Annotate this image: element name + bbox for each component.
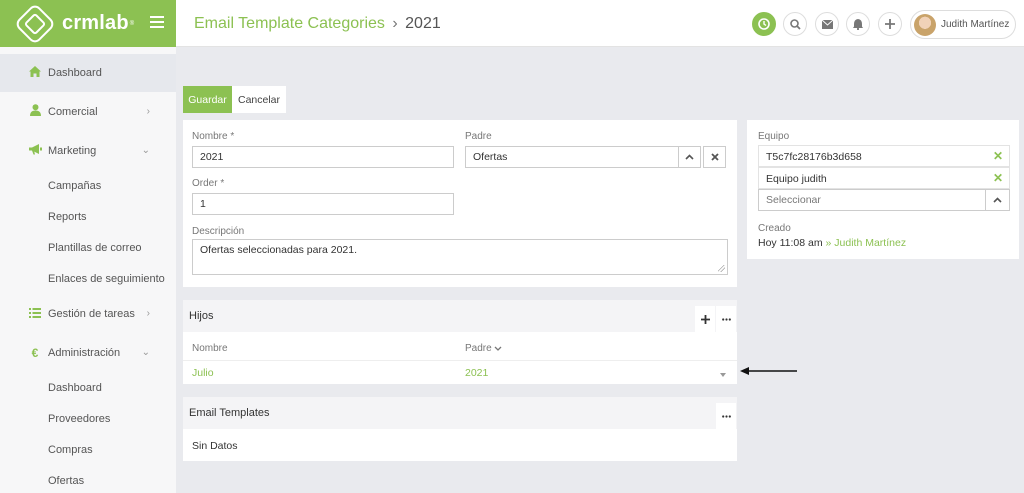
column-header-nombre[interactable]: Nombre [192,343,228,354]
chevron-up-icon[interactable] [678,146,701,168]
record-form-panel: Nombre * 2021 Padre Ofertas Order * 1 De… [183,120,737,287]
team-name: Equipo judith [766,173,827,185]
order-input[interactable]: 1 [192,193,454,215]
child-name-link[interactable]: Julio [192,367,214,379]
column-header-padre-label: Padre [465,343,492,354]
padre-input[interactable]: Ofertas [465,146,679,168]
descripcion-label: Descripción [192,226,245,237]
user-name: Judith Martínez [941,19,1010,30]
row-actions-caret-icon[interactable] [720,368,726,380]
hijos-header: Hijos [183,300,737,332]
sidebar-item-gestion-de-tareas[interactable]: Gestión de tareas › [0,294,176,333]
avatar [914,13,936,36]
email-templates-title: Email Templates [189,407,270,419]
sidebar-item-ofertas[interactable]: Ofertas [0,465,176,493]
creado-time: Hoy 11:08 am [758,237,823,249]
clear-icon[interactable] [703,146,726,168]
chevron-up-icon[interactable] [985,189,1010,211]
sort-chevron-down-icon [494,343,502,354]
table-row: Julio 2021 [183,361,737,384]
chevron-right-icon: › [146,308,150,319]
clock-icon[interactable] [752,12,776,36]
descripcion-text: Ofertas seleccionadas para 2021. [200,244,358,256]
plus-icon[interactable] [878,12,902,36]
sidebar-item-label: Dashboard [48,67,102,79]
side-panel: Equipo T5c7fc28176b3d658 ✕ Equipo judith… [747,120,1019,259]
bell-icon[interactable] [846,12,870,36]
order-label: Order * [192,178,225,189]
team-select-input[interactable]: Seleccionar [758,189,986,211]
nombre-label: Nombre * [192,131,235,142]
sidebar-item-label: Administración [48,346,121,359]
resize-handle-icon[interactable] [718,265,725,272]
sidebar-item-label: Gestión de tareas [48,307,135,320]
logo-bar: crmlab ® [0,0,176,47]
descripcion-textarea[interactable]: Ofertas seleccionadas para 2021. [192,239,728,275]
sidebar-item-admin-dashboard[interactable]: Dashboard [0,372,176,403]
hijos-panel: Hijos Nombre Padre Julio 2021 [183,300,737,384]
team-name: T5c7fc28176b3d658 [766,151,862,163]
annotation-arrow-icon [740,366,798,376]
add-child-icon[interactable] [695,306,715,332]
creado-user-link[interactable]: Judith Martínez [834,237,906,249]
remove-team-icon[interactable]: ✕ [993,171,1003,185]
tasks-icon [28,307,42,321]
menu-toggle-icon[interactable] [150,16,164,28]
sidebar-item-label: Marketing [48,144,97,157]
user-icon [28,104,42,119]
user-menu[interactable]: Judith Martínez [910,10,1016,39]
breadcrumb-separator: › [392,15,398,32]
chevron-right-icon: › [146,106,150,117]
save-button[interactable]: Guardar [183,86,232,113]
sidebar: crmlab ® Dashboard Comercial › Marketing… [0,0,176,493]
sidebar-item-proveedores[interactable]: Proveedores [0,403,176,434]
more-options-icon[interactable] [716,403,736,429]
megaphone-icon [28,143,42,158]
sidebar-item-campanas[interactable]: Campañas [0,170,176,201]
search-icon[interactable] [783,12,807,36]
empty-state-text: Sin Datos [192,440,238,452]
sidebar-item-label: Comercial [48,105,98,118]
more-options-icon[interactable] [716,306,736,332]
email-templates-panel: Email Templates Sin Datos [183,397,737,461]
child-parent-link[interactable]: 2021 [465,367,488,379]
creado-info: Hoy 11:08 am » Judith Martínez [758,237,906,249]
home-icon [28,66,42,80]
page-title: Email Template Categories › 2021 [194,15,441,33]
team-item: Equipo judith ✕ [758,167,1010,189]
email-templates-header: Email Templates [183,397,737,429]
nombre-input[interactable]: 2021 [192,146,454,168]
chevron-down-icon: ⌄ [141,145,150,156]
sidebar-item-enlaces-de-seguimiento[interactable]: Enlaces de seguimiento [0,263,176,294]
sidebar-item-comercial[interactable]: Comercial › [0,92,176,131]
top-bar: Email Template Categories › 2021 Judith … [176,0,1024,47]
cancel-button[interactable]: Cancelar [232,86,286,113]
euro-icon: € [31,345,39,360]
team-item: T5c7fc28176b3d658 ✕ [758,145,1010,167]
remove-team-icon[interactable]: ✕ [993,149,1003,163]
logo-icon [13,2,57,45]
envelope-icon[interactable] [815,12,839,36]
sidebar-item-administracion[interactable]: € Administración ⌄ [0,333,176,372]
sidebar-item-dashboard[interactable]: Dashboard [0,54,176,92]
logo-registered-mark: ® [129,20,135,27]
sidebar-item-compras[interactable]: Compras [0,434,176,465]
chevron-down-icon: ⌄ [141,347,150,358]
logo-text: crmlab [62,12,129,34]
column-header-padre[interactable]: Padre [465,343,502,354]
sidebar-item-plantillas-de-correo[interactable]: Plantillas de correo [0,232,176,263]
sidebar-item-marketing[interactable]: Marketing ⌄ [0,131,176,170]
breadcrumb-current: 2021 [405,15,441,32]
equipo-label: Equipo [758,131,790,142]
sidebar-item-reports[interactable]: Reports [0,201,176,232]
hijos-title: Hijos [189,310,214,322]
creado-separator: » [825,237,832,249]
breadcrumb-parent[interactable]: Email Template Categories [194,15,385,32]
padre-label: Padre [465,131,492,142]
creado-label: Creado [758,223,791,234]
